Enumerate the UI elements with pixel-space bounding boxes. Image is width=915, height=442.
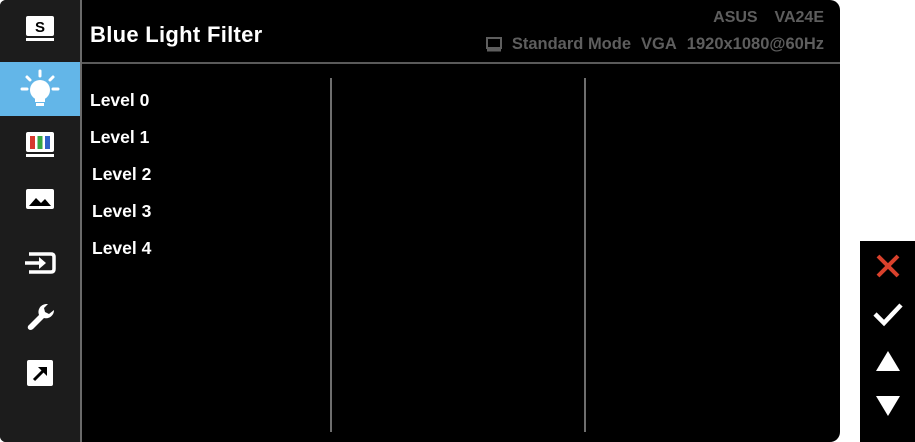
option-level-1[interactable]: Level 1 [90, 127, 149, 148]
status-input: VGA [641, 35, 677, 53]
blue-light-filter-icon [20, 69, 60, 106]
close-icon [876, 254, 899, 278]
key-guide [860, 241, 915, 442]
column-divider [330, 78, 332, 432]
option-level-4[interactable]: Level 4 [92, 238, 151, 259]
option-level-0[interactable]: Level 0 [90, 90, 149, 111]
system-setup-icon [27, 304, 55, 330]
splendid-icon: S [26, 16, 54, 41]
image-icon [26, 189, 54, 209]
sidebar-item-system-setup[interactable] [0, 290, 80, 344]
header: Blue Light Filter ASUS VA24E Standard Mo… [82, 0, 840, 64]
sidebar-item-input-select[interactable] [0, 236, 80, 290]
check-icon [872, 303, 903, 327]
sidebar-item-shortcut[interactable] [0, 346, 80, 400]
status-mode: Standard Mode [511, 35, 632, 53]
sidebar-item-splendid[interactable]: S [0, 2, 80, 56]
splendid-icon-glyph: S [35, 19, 45, 36]
input-select-icon [25, 252, 56, 274]
model-name: ASUS VA24E [713, 9, 824, 26]
sidebar: S [0, 0, 82, 442]
arrow-down-icon [875, 396, 900, 416]
confirm-button[interactable] [860, 291, 915, 337]
osd-menu: S Blue Light Filter ASUS VA24E Standard … [0, 0, 840, 442]
option-level-3[interactable]: Level 3 [92, 201, 151, 222]
color-bars-icon [26, 132, 54, 157]
sidebar-item-color[interactable] [0, 118, 80, 172]
up-button[interactable] [860, 338, 915, 384]
sidebar-item-blue-light-filter[interactable] [0, 62, 80, 116]
down-button[interactable] [860, 383, 915, 429]
page-title: Blue Light Filter [90, 22, 263, 47]
option-level-2[interactable]: Level 2 [92, 164, 151, 185]
monitor-icon [485, 37, 502, 52]
column-divider [584, 78, 586, 432]
status-line: Standard Mode VGA 1920x1080@60Hz [485, 35, 824, 54]
close-button[interactable] [860, 243, 915, 289]
sidebar-item-image[interactable] [0, 173, 80, 227]
shortcut-icon [27, 360, 53, 386]
arrow-up-icon [875, 351, 900, 371]
status-resolution: 1920x1080@60Hz [686, 35, 824, 53]
